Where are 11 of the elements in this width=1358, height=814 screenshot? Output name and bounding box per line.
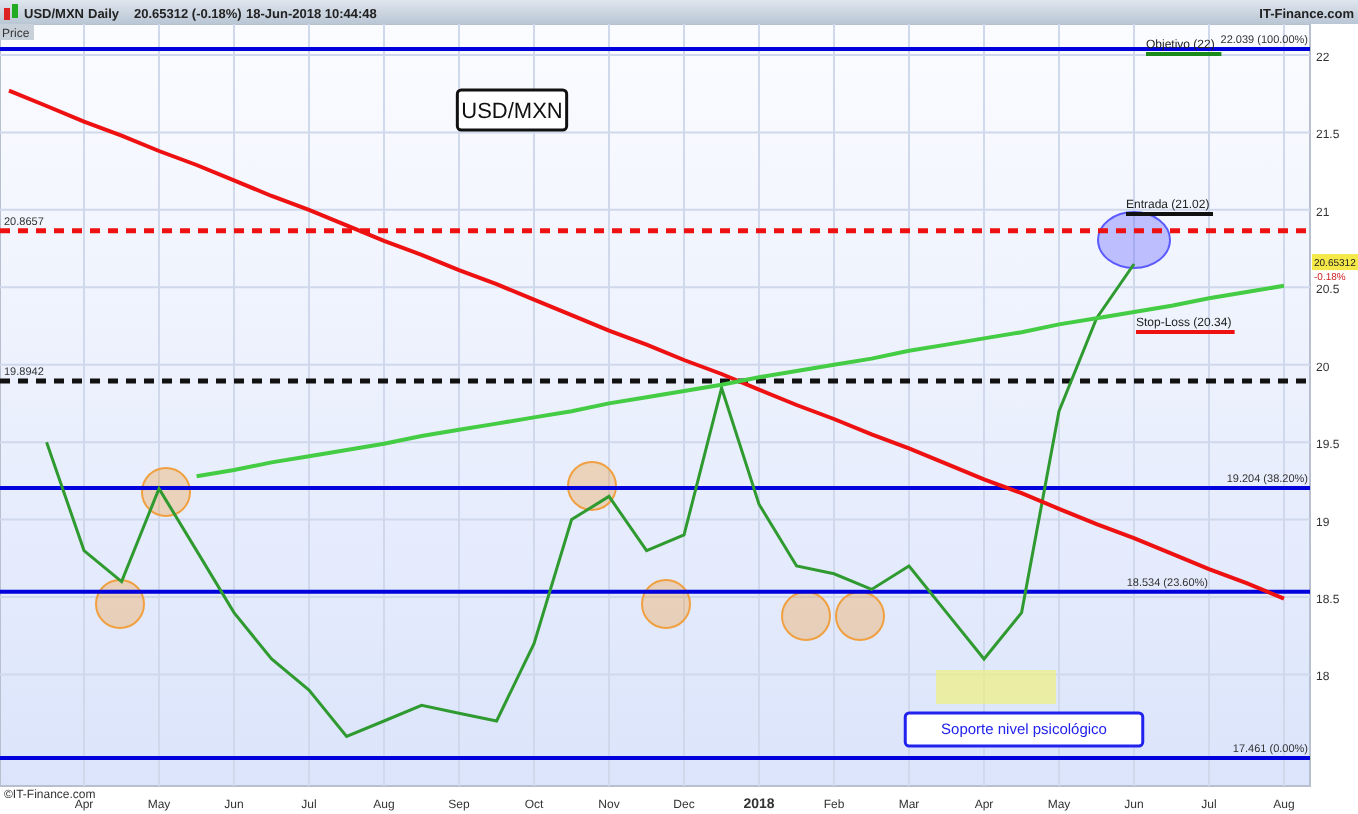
annotation-box: USD/MXN	[455, 88, 569, 132]
highlight-circle	[835, 591, 885, 641]
highlight-circle	[141, 467, 191, 517]
highlight-circle	[95, 579, 145, 629]
candlestick-icon	[4, 4, 18, 20]
highlight-circle	[781, 591, 831, 641]
annotation: USD/MXN	[461, 100, 563, 124]
highlight-circle	[641, 579, 691, 629]
highlight-zone	[936, 670, 1056, 704]
highlight-ellipse	[1097, 211, 1171, 269]
highlight-circle	[567, 461, 617, 511]
